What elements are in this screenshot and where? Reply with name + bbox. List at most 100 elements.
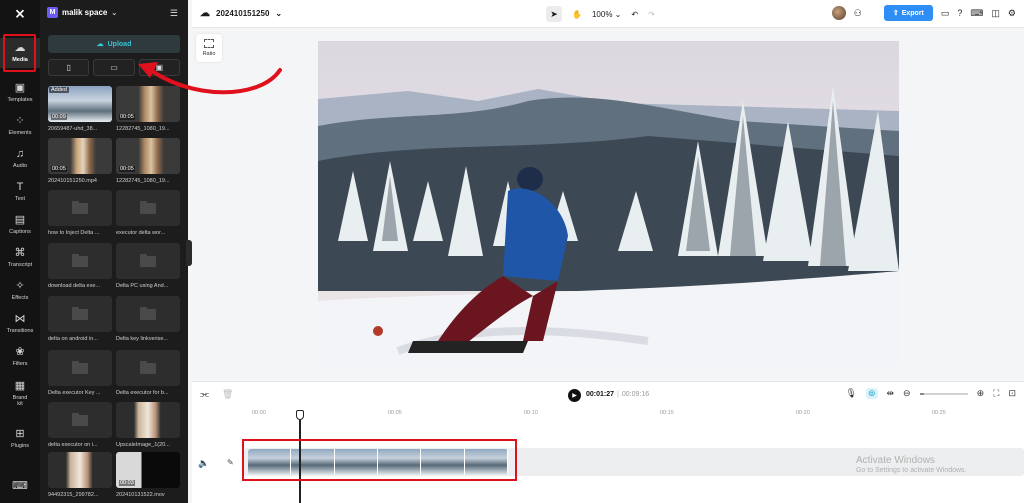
rail-item-audio[interactable]: ♫ Audio (0, 144, 40, 174)
user-add-icon[interactable]: ⚇ (854, 8, 862, 19)
record-screen-button[interactable]: ▣ (138, 59, 180, 76)
media-panel: M malik space ⌄ ☰ ☁ Upload ▯ ▭ ▣ Added 0… (40, 0, 188, 503)
media-item[interactable]: 00:05 20241015125​0.mp4 (48, 138, 112, 184)
comment-icon[interactable]: ⊡ (1008, 388, 1016, 399)
volume-icon[interactable]: 🔈 (198, 458, 209, 469)
media-name: Delta PC using And... (116, 283, 169, 289)
current-time: 00:01:27 (586, 391, 615, 398)
added-badge: Added (49, 87, 69, 93)
zoom-select[interactable]: 100% ⌄ (592, 10, 621, 19)
record-camera-button[interactable]: ▭ (93, 59, 135, 76)
media-item[interactable]: 00:05 12282745_1080_19... (116, 86, 180, 132)
zoom-out-icon[interactable]: ⊖ (903, 388, 911, 399)
rail-item-label: Text (14, 196, 26, 202)
undo-icon[interactable]: ↶ (631, 10, 638, 19)
time-readout: 00:01:27 | 00:09:16 (586, 391, 649, 398)
rail-item-label: Audio (12, 163, 28, 169)
microphone-icon[interactable]: 🎙 (846, 388, 857, 399)
split-screen-icon[interactable]: ⇹ (887, 388, 895, 399)
edit-pencil-icon[interactable]: ✎ (227, 458, 234, 467)
rail-item-elements[interactable]: ⁘ Elements (0, 111, 40, 141)
media-name: Delta executor Key ... (48, 390, 101, 396)
export-button[interactable]: ⇪ Export (883, 5, 933, 21)
media-folder[interactable]: Delta executor for b... (116, 350, 180, 396)
split-icon[interactable]: ⫘ (200, 389, 209, 400)
media-item[interactable]: UpscaleImage_1(20... (116, 402, 180, 448)
redo-icon[interactable]: ↷ (648, 10, 655, 19)
shortcut-icon[interactable]: ⌨ (970, 8, 983, 19)
timeline-zoom-slider[interactable] (919, 392, 968, 395)
upload-button[interactable]: ☁ Upload (48, 35, 180, 53)
templates-icon: ▣ (14, 82, 26, 94)
video-frame-snowboarder (318, 41, 899, 367)
rail-item-effects[interactable]: ✧ Effects (0, 276, 40, 306)
rail-item-label: Brand kit (12, 395, 28, 407)
media-name: download delta exe... (48, 283, 100, 289)
phone-upload-button[interactable]: ▯ (48, 59, 90, 76)
rail-item-text[interactable]: T Text (0, 177, 40, 207)
media-name: how to Inject Delta ... (48, 230, 100, 236)
rail-item-templates[interactable]: ▣ Templates (0, 78, 40, 108)
playhead-handle[interactable] (296, 410, 304, 420)
delete-icon[interactable]: 🗑 (222, 389, 233, 400)
media-folder[interactable]: Delta PC using And... (116, 243, 180, 289)
media-folder[interactable]: delta executor on i... (48, 402, 112, 448)
rail-item-transcript[interactable]: ⌘ Transcript (0, 243, 40, 273)
rail-item-captions[interactable]: ▤ Captions (0, 210, 40, 240)
media-name: 20241015125​0.mp4 (48, 178, 97, 184)
media-duration: 00:05 (51, 166, 67, 172)
media-name: 94492315_299782... (48, 492, 99, 498)
document-title[interactable]: ☁ 202410151250 ⌄ (200, 8, 282, 19)
text-icon: T (16, 181, 24, 193)
rail-item-transitions[interactable]: ⋈ Transitions (0, 309, 40, 339)
folder-icon (116, 190, 180, 226)
media-folder[interactable]: how to Inject Delta ... (48, 190, 112, 236)
panel-collapse-handle[interactable] (186, 240, 192, 266)
timeline-tools: 🎙 ⊚ ⇹ ⊖ ⊕ ⛶ ⊡ (846, 388, 1016, 399)
rail-item-keyboard[interactable]: ⌨ (0, 476, 40, 498)
avatar[interactable] (831, 6, 846, 20)
media-folder[interactable]: executor delta wor... (116, 190, 180, 236)
rail-item-label: Transcript (7, 262, 33, 268)
export-icon: ⇪ (892, 10, 899, 17)
screen-record-icon: ▣ (155, 63, 164, 72)
media-folder[interactable]: Delta key linkverise... (116, 296, 180, 342)
media-item[interactable]: Added 00:09 20659487-uhd_38... (48, 86, 112, 132)
layout-icon[interactable]: ◫ (991, 8, 1000, 19)
select-tool-icon[interactable]: ➤ (546, 6, 562, 22)
media-folder[interactable]: Delta executor Key ... (48, 350, 112, 396)
folder-icon (48, 350, 112, 386)
present-icon[interactable]: ▭ (941, 8, 950, 19)
rail-item-plugins[interactable]: ⊞ Plugins (0, 424, 40, 454)
media-thumbnail: 00:05 (116, 86, 180, 122)
media-thumbnail (116, 402, 180, 438)
zoom-in-icon[interactable]: ⊕ (977, 388, 985, 399)
rail-item-brand-kit[interactable]: ▦ Brand kit (0, 376, 40, 412)
sort-menu-icon[interactable]: ☰ (170, 8, 178, 19)
watermark-subtitle: Go to Settings to activate Windows. (856, 467, 967, 474)
rail-item-filters[interactable]: ❀ Filters (0, 342, 40, 372)
settings-icon[interactable]: ⚙ (1008, 8, 1016, 19)
help-icon[interactable]: ? (957, 8, 962, 18)
phone-icon: ▯ (66, 63, 71, 72)
ratio-label: Ratio (202, 51, 216, 57)
media-name: 20659487-uhd_38... (48, 126, 98, 132)
fit-icon[interactable]: ⛶ (993, 388, 999, 399)
filters-icon: ❀ (15, 346, 25, 358)
magnet-icon[interactable]: ⊚ (865, 388, 878, 399)
media-name: 12282745_1080_19... (116, 178, 170, 184)
play-button[interactable]: ▶ (568, 389, 581, 402)
capcut-logo-icon[interactable]: ⨯ (8, 6, 32, 21)
media-folder[interactable]: download delta exe... (48, 243, 112, 289)
ratio-button[interactable]: Ratio (196, 34, 222, 62)
hand-tool-icon[interactable]: ✋ (572, 10, 582, 19)
media-folder[interactable]: delta on android in... (48, 296, 112, 342)
timeline-ruler[interactable]: 00:00 00:05 00:10 00:15 00:20 00:25 (248, 410, 1018, 422)
video-canvas[interactable] (318, 41, 899, 367)
media-item[interactable]: 00:03 20241013​1522.mov (116, 452, 180, 498)
chevron-down-icon: ⌄ (111, 9, 118, 17)
rail-item-label: Effects (11, 295, 29, 301)
media-item[interactable]: 00:05 12282745_1080_19... (116, 138, 180, 184)
media-item[interactable]: 94492315_299782... (48, 452, 112, 498)
space-switcher[interactable]: M malik space ⌄ (47, 7, 117, 18)
